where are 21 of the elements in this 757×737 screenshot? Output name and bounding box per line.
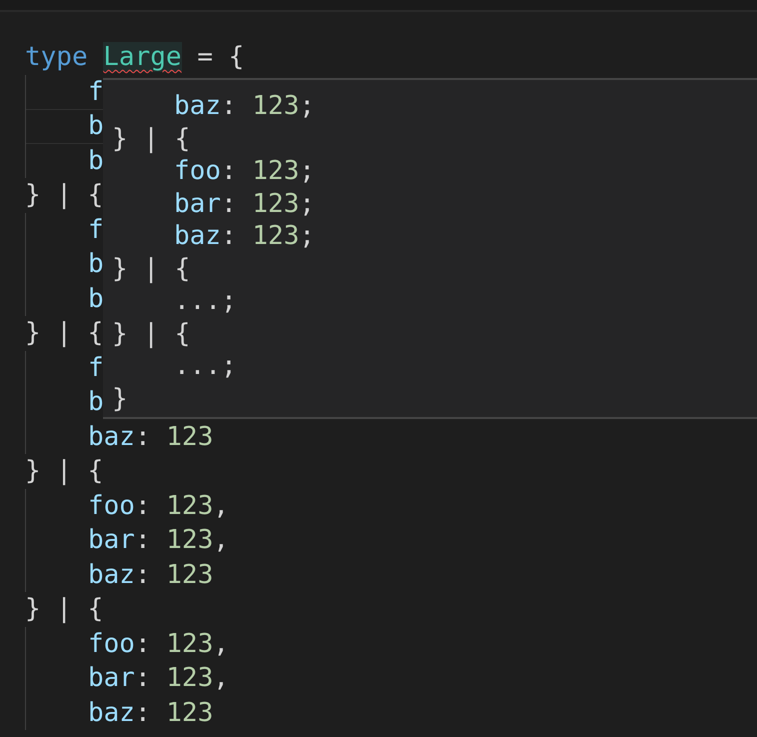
code-line: bar: 123, bbox=[25, 523, 229, 558]
code-line: baz: 123 bbox=[25, 558, 214, 592]
code-line: bar: 123, bbox=[25, 661, 229, 696]
code-line: } | { bbox=[25, 179, 104, 212]
code-line: baz: 123 bbox=[25, 696, 214, 730]
code-line: } | { bbox=[112, 122, 190, 155]
code-line: } bbox=[112, 382, 128, 415]
code-line: } | { bbox=[112, 318, 190, 350]
code-line: baz: 123; bbox=[173, 90, 315, 122]
code-line: foo: 123, bbox=[25, 626, 229, 661]
code-line: baz: 123; bbox=[173, 220, 315, 252]
code-line: } | { bbox=[25, 593, 104, 626]
code-line: ...; bbox=[173, 285, 237, 318]
code-line: bar: 123; bbox=[173, 188, 315, 220]
code-line: foo: 123; bbox=[173, 155, 315, 188]
code-line: } | { bbox=[25, 317, 104, 350]
code-line: foo: 123, bbox=[25, 488, 229, 523]
code-line: } | { bbox=[112, 252, 190, 285]
code-line: type Large = { bbox=[25, 41, 244, 74]
code-line: ...; bbox=[173, 350, 237, 382]
code-line: } | { bbox=[25, 455, 104, 488]
